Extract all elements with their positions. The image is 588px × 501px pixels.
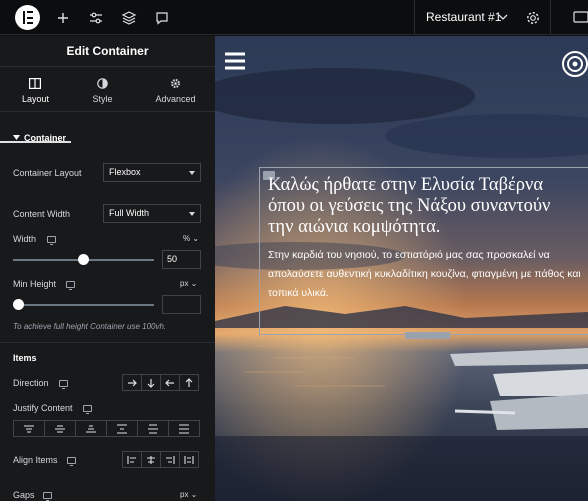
direction-row-button[interactable] [122, 374, 142, 391]
tab-style-label: Style [92, 94, 113, 104]
site-settings-icon[interactable] [87, 9, 105, 27]
topbar-separator [550, 0, 551, 35]
align-center-button[interactable] [141, 451, 161, 468]
justify-content-label: Justify Content [13, 403, 73, 413]
chevron-down-icon[interactable] [496, 10, 510, 24]
hero-heading[interactable]: Καλώς ήρθατε στην Ελυσία Ταβέρνα όπου οι… [268, 175, 588, 238]
desktop-responsive-icon[interactable] [47, 236, 56, 245]
arrow-down-icon [147, 378, 155, 388]
justify-space-around-button[interactable] [137, 420, 169, 437]
min-height-unit-select[interactable]: px ⌄ [180, 279, 197, 288]
desktop-responsive-icon[interactable] [59, 380, 68, 389]
gaps-unit-select[interactable]: px ⌄ [180, 490, 197, 499]
direction-button-group [122, 374, 199, 391]
content-width-value: Full Width [109, 208, 150, 218]
site-name-dropdown[interactable]: Restaurant #1 [426, 10, 501, 24]
direction-column-button[interactable] [141, 374, 161, 391]
elementor-logo-icon [23, 11, 33, 24]
page-settings-gear-icon[interactable] [524, 9, 542, 27]
justify-space-evenly-button[interactable] [168, 420, 200, 437]
align-start-icon [127, 455, 136, 464]
width-unit-value: % [183, 234, 191, 243]
layout-icon [29, 78, 41, 89]
tab-advanced-label: Advanced [155, 94, 196, 104]
structure-layers-icon[interactable] [120, 9, 138, 27]
tab-layout-label: Layout [21, 94, 50, 104]
align-items-label: Align Items [13, 455, 58, 465]
add-element-icon[interactable] [54, 9, 72, 27]
min-height-unit-value: px [180, 279, 189, 288]
arrow-up-icon [185, 377, 193, 387]
align-center-icon [147, 455, 155, 464]
container-layout-select[interactable]: Flexbox [103, 163, 201, 182]
topbar-separator [414, 0, 415, 35]
min-height-label: Min Height [13, 279, 57, 289]
space-evenly-icon [179, 423, 189, 434]
min-height-slider-handle[interactable] [13, 299, 24, 310]
hero-text-container[interactable]: Καλώς ήρθατε στην Ελυσία Ταβέρνα όπου οι… [268, 175, 588, 303]
panel-title: Edit Container [0, 36, 215, 67]
justify-center-button[interactable] [44, 420, 76, 437]
space-between-icon [117, 423, 127, 434]
tab-layout[interactable]: Layout [0, 69, 71, 143]
container-layout-value: Flexbox [109, 167, 141, 177]
width-number-input[interactable]: 50 [162, 250, 201, 269]
editor-topbar: Restaurant #1 [0, 0, 588, 35]
space-around-icon [148, 423, 158, 434]
editor-panel: Edit Container Layout Style Advanced Con… [0, 36, 215, 501]
section-collapse-caret-icon[interactable] [13, 135, 20, 140]
min-height-number-input[interactable] [162, 295, 201, 314]
align-end-icon [166, 455, 175, 464]
container-layout-label: Container Layout [13, 168, 82, 178]
justify-start-icon [24, 424, 34, 433]
align-stretch-button[interactable] [179, 451, 199, 468]
align-start-button[interactable] [122, 451, 142, 468]
justify-center-icon [55, 424, 65, 433]
desktop-responsive-icon[interactable] [43, 492, 52, 501]
arrow-left-icon [165, 379, 174, 386]
desktop-responsive-icon[interactable] [83, 405, 92, 414]
responsive-desktop-icon[interactable] [572, 9, 588, 27]
site-logo-icon[interactable] [561, 50, 588, 77]
min-height-hint: To achieve full height Container use 100… [13, 322, 167, 331]
align-items-button-group [122, 451, 199, 468]
direction-label: Direction [13, 378, 49, 388]
elementor-logo-button[interactable] [15, 5, 40, 30]
justify-space-between-button[interactable] [106, 420, 138, 437]
notes-comment-icon[interactable] [153, 9, 171, 27]
section-container-title[interactable]: Container [24, 133, 66, 143]
section-divider [0, 342, 215, 343]
items-section-title: Items [13, 353, 37, 363]
tab-style[interactable]: Style [67, 69, 138, 109]
width-unit-select[interactable]: % ⌄ [183, 234, 199, 243]
arrow-right-icon [128, 379, 137, 386]
hero-paragraph[interactable]: Στην καρδιά του νησιού, το εστιατόριό μα… [268, 246, 588, 303]
content-width-label: Content Width [13, 209, 71, 219]
preview-canvas[interactable]: Καλώς ήρθατε στην Ελυσία Ταβέρνα όπου οι… [215, 36, 588, 501]
direction-column-reverse-button[interactable] [179, 374, 199, 391]
desktop-responsive-icon[interactable] [67, 457, 76, 466]
justify-end-button[interactable] [75, 420, 107, 437]
content-width-select[interactable]: Full Width [103, 204, 201, 223]
gaps-unit-value: px [180, 490, 189, 499]
chevron-down-icon [189, 171, 195, 175]
width-label: Width [13, 234, 37, 244]
align-stretch-icon [184, 455, 194, 464]
gaps-label: Gaps [13, 490, 35, 500]
gear-icon [170, 78, 181, 89]
justify-start-button[interactable] [13, 420, 45, 437]
hamburger-menu-icon[interactable] [225, 52, 245, 70]
tab-advanced[interactable]: Advanced [140, 69, 211, 109]
direction-row-reverse-button[interactable] [160, 374, 180, 391]
desktop-responsive-icon[interactable] [66, 281, 75, 290]
width-slider-handle[interactable] [78, 254, 89, 265]
style-icon [97, 78, 108, 89]
min-height-slider-track[interactable] [13, 304, 154, 306]
justify-end-icon [86, 424, 96, 433]
tabs-divider [0, 111, 215, 112]
align-end-button[interactable] [160, 451, 180, 468]
justify-content-button-group [13, 420, 200, 437]
chevron-down-icon [189, 212, 195, 216]
